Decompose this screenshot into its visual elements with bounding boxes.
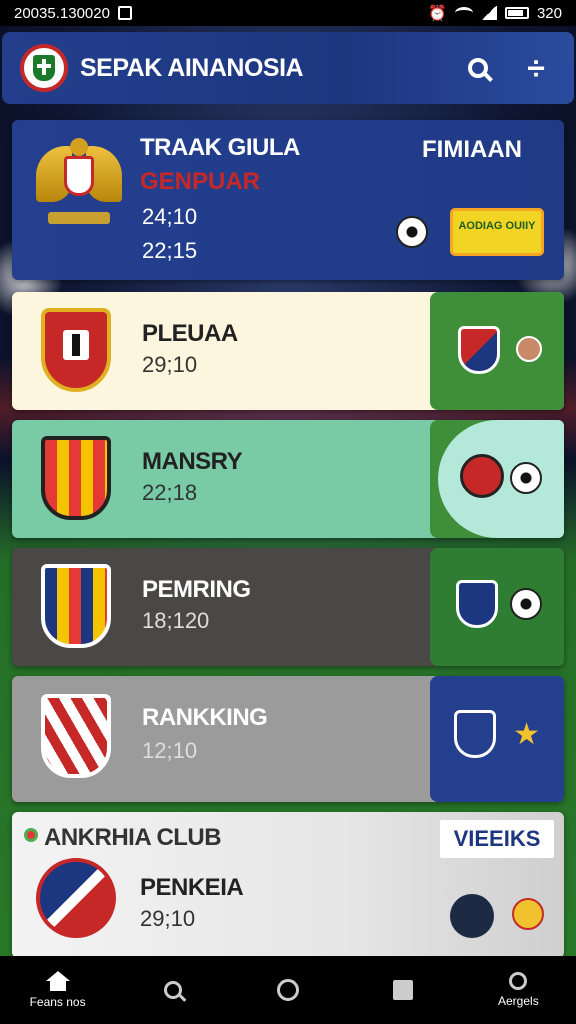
nav-square[interactable] [358,960,448,1020]
nav-search[interactable] [128,960,218,1020]
battery-icon [504,7,529,19]
team-name: PLEUAA [142,320,238,347]
player-avatar [516,336,542,362]
status-bar: 20035.130020 ⏰ 320 [0,0,576,26]
status-time-right: 320 [536,4,562,22]
team-name: TRAAK GIULA [140,134,300,161]
club-card[interactable]: ANKRHIA CLUB PENKEIA 29;10 VIEEIKS [12,812,564,958]
logo-cross-icon [33,55,55,81]
app-logo [20,44,68,92]
club-crest-icon [34,308,118,392]
team-name: PENKEIA [140,874,244,901]
match-score: 24;10 [142,204,198,229]
opponent-panel [430,548,564,666]
match-score: 22;18 [142,480,198,505]
home-icon [45,971,70,991]
app-title: SEPAK AINANOSIA [80,53,304,82]
opponent-crest-icon [456,580,498,628]
star-icon: ★ [513,718,540,751]
menu-button[interactable]: ÷ [516,48,556,88]
nav-profile-label: Aergels [498,994,539,1008]
soccer-ball-icon [510,462,542,494]
opponent-crest-icon [458,326,500,374]
match-score: 29;10 [142,352,198,377]
garuda-crest-icon [34,138,124,228]
bottom-navigation: Feans nos Aergels [0,956,576,1024]
sim-icon [117,6,132,20]
match-card[interactable]: PEMRING 18;120 [12,548,564,666]
match-card[interactable]: PLEUAA 29;10 [12,292,564,410]
team-subtitle: GENPUAR [140,168,261,195]
match-score: 18;120 [142,608,210,633]
sponsor-chip[interactable]: AODIAG OUIIY [450,208,544,256]
card-tag: FIMIAAN [422,136,522,163]
search-icon [468,58,488,78]
team-name: MANSRY [142,448,243,475]
match-score: 29;10 [140,906,196,931]
opponent-crest-secondary-icon [512,898,544,930]
status-time-left: 20035.130020 [14,4,110,22]
club-crest-icon [34,436,118,520]
opponent-panel [430,292,564,410]
featured-match-card[interactable]: TRAAK GIULA GENPUAR 24;10 22;15 FIMIAAN … [12,120,564,280]
person-icon [509,972,528,990]
nav-profile[interactable]: Aergels [473,960,563,1020]
view-button[interactable]: VIEEIKS [440,820,554,858]
wifi-icon [454,7,473,19]
app-header: SEPAK AINANOSIA ÷ [2,32,574,104]
club-crest-icon [34,694,118,778]
club-crest-icon [34,858,118,942]
nav-circle[interactable] [243,960,333,1020]
club-crest-icon [34,564,118,648]
divide-icon: ÷ [527,49,545,86]
circle-icon [276,979,299,1001]
opponent-panel: ★ [430,676,564,802]
soccer-ball-icon [510,588,542,620]
match-score-secondary: 22;15 [142,238,198,263]
alarm-icon: ⏰ [428,5,447,22]
search-icon [163,981,182,999]
match-card[interactable]: RANKKING 12;10 ★ [12,676,564,802]
soccer-ball-icon [396,216,428,248]
match-score: 12;10 [142,738,198,763]
square-icon [393,980,414,1000]
signal-icon [480,6,497,20]
opponent-crest-icon [454,710,496,758]
match-card[interactable]: MANSRY 22;18 [12,420,564,538]
team-name: PEMRING [142,576,251,603]
club-badge-icon [24,828,38,842]
opponent-crest-icon [450,894,494,938]
club-name: ANKRHIA CLUB [44,824,222,851]
nav-home[interactable]: Feans nos [13,960,103,1020]
opponent-crest-icon [460,454,504,498]
nav-home-label: Feans nos [29,995,86,1009]
team-name: RANKKING [142,704,268,731]
opponent-panel [430,420,564,538]
search-button[interactable] [458,48,498,88]
